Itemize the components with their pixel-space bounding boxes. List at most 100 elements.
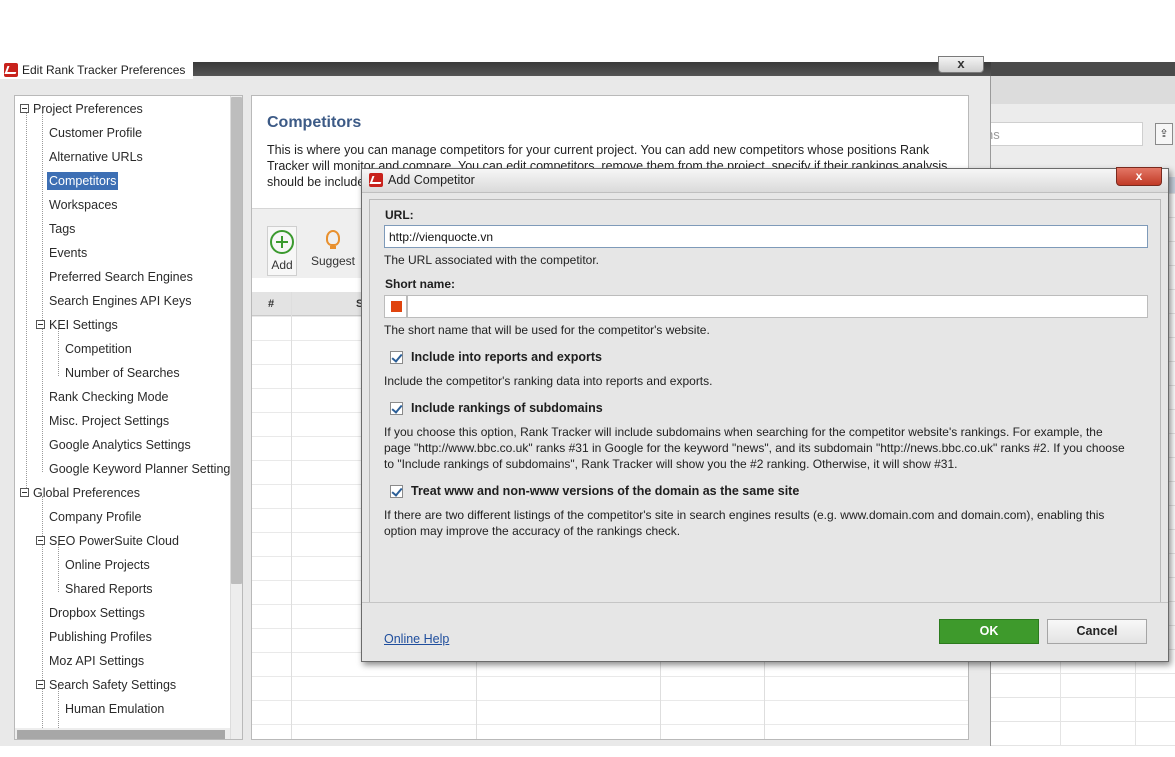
tree-item-events[interactable]: Events — [47, 242, 89, 264]
hint-line: If there are two different listings of t… — [384, 508, 1105, 522]
tree-item-rank-checking-mode[interactable]: Rank Checking Mode — [47, 386, 171, 408]
expand-toggle-icon[interactable] — [20, 104, 29, 113]
lightbulb-icon — [326, 230, 340, 249]
add-competitor-button[interactable]: Add — [267, 226, 297, 276]
tree-item-company-profile[interactable]: Company Profile — [47, 506, 143, 528]
include-reports-label: Include into reports and exports — [411, 350, 602, 364]
short-name-label: Short name: — [385, 277, 456, 291]
online-help-link[interactable]: Online Help — [384, 632, 449, 646]
tree-item-global-preferences[interactable]: Global Preferences — [31, 482, 142, 504]
ok-button[interactable]: OK — [939, 619, 1039, 644]
tree-item-label: Company Profile — [49, 510, 142, 524]
tree-item-label: Dropbox Settings — [49, 606, 145, 620]
tree-item-label: Search Safety Settings — [49, 678, 177, 692]
tree-item-label: Alternative URLs — [49, 150, 143, 164]
tree-item-competitors[interactable]: Competitors — [47, 170, 119, 192]
tree-item-google-analytics-settings[interactable]: Google Analytics Settings — [47, 434, 193, 456]
tree-item-label: Rank Checking Mode — [49, 390, 169, 404]
tree-item-label: KEI Settings — [49, 318, 118, 332]
tree-item-publishing-profiles[interactable]: Publishing Profiles — [47, 626, 154, 648]
hint-line: If you choose this option, Rank Tracker … — [384, 425, 1103, 439]
tree-item-label: Tags — [49, 222, 76, 236]
page-title: Competitors — [267, 114, 362, 131]
tree-item-label: Competitors — [47, 172, 119, 190]
tree-item-alternative-urls[interactable]: Alternative URLs — [47, 146, 145, 168]
tree-item-label: Moz API Settings — [49, 654, 145, 668]
tree-item-label: Publishing Profiles — [49, 630, 152, 644]
upload-icon[interactable]: ⇪ — [1155, 123, 1173, 145]
tree-item-label: Customer Profile — [49, 126, 143, 140]
tree-item-moz-api-settings[interactable]: Moz API Settings — [47, 650, 146, 672]
tree-item-project-preferences[interactable]: Project Preferences — [31, 98, 145, 120]
hint-line: page "http://www.bbc.co.uk" ranks #31 in… — [384, 441, 1125, 455]
tree-item-kei-settings[interactable]: KEI Settings — [47, 314, 120, 336]
tree-item-workspaces[interactable]: Workspaces — [47, 194, 120, 216]
tree-item-online-projects[interactable]: Online Projects — [63, 554, 152, 576]
tree-connector — [42, 496, 43, 736]
include-reports-checkbox[interactable]: Include into reports and exports — [390, 350, 602, 364]
checkbox-checked-icon[interactable] — [390, 401, 403, 415]
tree-item-label: SEO PowerSuite Cloud — [49, 534, 179, 548]
suggest-button-label: Suggest — [310, 254, 356, 268]
tree-item-tags[interactable]: Tags — [47, 218, 77, 240]
dialog-close-button[interactable]: x — [1116, 167, 1162, 186]
background-toolbar — [985, 76, 1175, 104]
short-name-input[interactable] — [407, 295, 1148, 318]
preferences-title-text: Edit Rank Tracker Preferences — [22, 63, 186, 77]
tree-item-search-safety-settings[interactable]: Search Safety Settings — [47, 674, 178, 696]
tree-item-label: Preferred Search Engines — [49, 270, 193, 284]
include-reports-hint: Include the competitor's ranking data in… — [384, 374, 713, 388]
tree-item-label: Project Preferences — [33, 102, 143, 116]
short-name-hint: The short name that will be used for the… — [384, 323, 710, 337]
description-line: This is where you can manage competitors… — [267, 143, 930, 157]
checkbox-checked-icon[interactable] — [390, 484, 403, 498]
column-header-number[interactable]: # — [268, 292, 274, 316]
tree-item-label: Number of Searches — [65, 366, 180, 380]
rank-tracker-icon — [369, 173, 383, 187]
dialog-title: Add Competitor — [369, 173, 475, 187]
tree-item-number-of-searches[interactable]: Number of Searches — [63, 362, 182, 384]
checkbox-checked-icon[interactable] — [390, 350, 403, 364]
tree-item-preferred-search-engines[interactable]: Preferred Search Engines — [47, 266, 195, 288]
expand-toggle-icon[interactable] — [36, 680, 45, 689]
tree-item-label: Workspaces — [49, 198, 118, 212]
tree-vertical-scroll-thumb[interactable] — [231, 97, 242, 584]
tree-item-competition[interactable]: Competition — [63, 338, 134, 360]
background-titlebar — [985, 62, 1175, 76]
tree-connector — [26, 112, 27, 496]
url-input[interactable] — [384, 225, 1148, 248]
tree-item-label: Google Analytics Settings — [49, 438, 191, 452]
tree-connector — [42, 112, 43, 472]
url-hint: The URL associated with the competitor. — [384, 253, 599, 267]
suggest-competitors-button[interactable]: Suggest — [310, 226, 356, 276]
tree-item-seo-powersuite-cloud[interactable]: SEO PowerSuite Cloud — [47, 530, 181, 552]
tree-item-label: Global Preferences — [33, 486, 141, 500]
cancel-button[interactable]: Cancel — [1047, 619, 1147, 644]
dialog-title-text: Add Competitor — [388, 173, 475, 187]
tree-item-label: Online Projects — [65, 558, 150, 572]
tree-item-dropbox-settings[interactable]: Dropbox Settings — [47, 602, 147, 624]
tree-item-google-keyword-planner-settings[interactable]: Google Keyword Planner Settings — [47, 458, 239, 480]
tree-item-misc-project-settings[interactable]: Misc. Project Settings — [47, 410, 171, 432]
background-search-input[interactable]: ns — [985, 122, 1143, 146]
expand-toggle-icon[interactable] — [36, 320, 45, 329]
table-column-divider — [291, 292, 292, 739]
hint-line: option may improve the accuracy of the r… — [384, 524, 681, 538]
tree-horizontal-scroll-thumb[interactable] — [17, 730, 225, 739]
preferences-close-button[interactable]: x — [938, 56, 984, 73]
hint-line: to "Include rankings of subdomains", Ran… — [384, 457, 958, 471]
include-subdomains-hint: If you choose this option, Rank Tracker … — [384, 424, 1154, 472]
competitor-color-picker[interactable] — [384, 295, 407, 318]
tree-item-shared-reports[interactable]: Shared Reports — [63, 578, 155, 600]
treat-www-checkbox[interactable]: Treat www and non-www versions of the do… — [390, 484, 799, 498]
expand-toggle-icon[interactable] — [20, 488, 29, 497]
tree-item-customer-profile[interactable]: Customer Profile — [47, 122, 144, 144]
expand-toggle-icon[interactable] — [36, 536, 45, 545]
add-icon — [270, 230, 294, 254]
preferences-tree: Project Preferences Customer Profile Alt… — [14, 95, 243, 740]
tree-item-label: Human Emulation — [65, 702, 165, 716]
tree-item-label: Events — [49, 246, 88, 260]
include-subdomains-checkbox[interactable]: Include rankings of subdomains — [390, 401, 603, 415]
tree-item-search-engines-api-keys[interactable]: Search Engines API Keys — [47, 290, 193, 312]
tree-item-human-emulation[interactable]: Human Emulation — [63, 698, 166, 720]
